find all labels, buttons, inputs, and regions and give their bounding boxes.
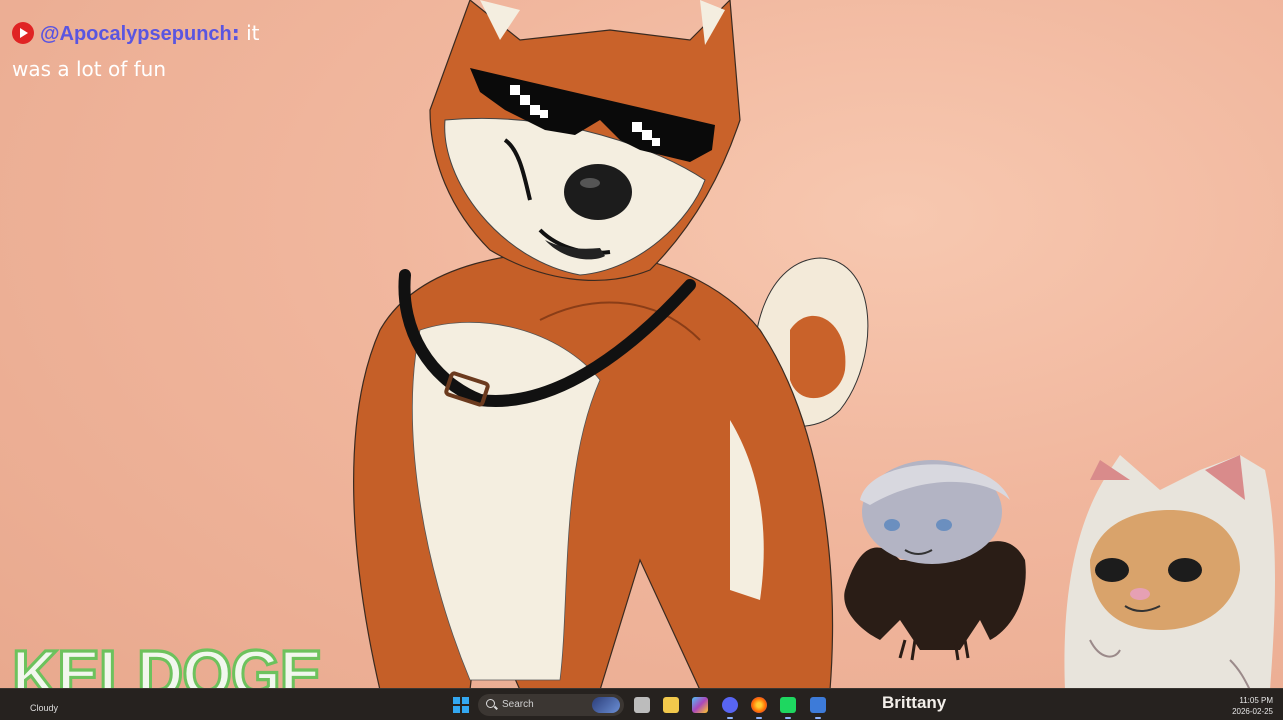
windows-logo-icon <box>453 697 460 704</box>
search-icon <box>486 699 495 708</box>
spotify-icon[interactable] <box>780 697 796 719</box>
file-explorer-icon[interactable] <box>663 697 679 713</box>
search-label: Search <box>502 699 534 710</box>
firefox-icon[interactable] <box>751 697 767 719</box>
chat-message-line2: was a lot of fun <box>12 57 167 81</box>
chat-message-line1: it <box>239 21 260 45</box>
start-button[interactable] <box>453 697 469 713</box>
taskbar-search[interactable]: Search <box>478 694 624 716</box>
bat-avatar <box>844 460 1026 661</box>
search-highlight-icon <box>592 697 620 713</box>
chat-separator: : <box>231 21 240 45</box>
app-icon[interactable] <box>810 697 826 719</box>
discord-icon[interactable] <box>722 697 738 719</box>
windows-logo-icon <box>462 697 469 704</box>
copilot-icon[interactable] <box>692 697 708 713</box>
taskbar: Cloudy Search 11:05 PM 2026-02-25 <box>0 688 1283 720</box>
windows-logo-icon <box>453 706 460 713</box>
clock-date: 2026-02-25 <box>1232 707 1273 716</box>
chat-overlay: @Apocalypsepunch: it was a lot of fun <box>12 16 312 88</box>
task-view-icon[interactable] <box>634 697 650 713</box>
cat-avatar <box>1064 455 1275 691</box>
avatar-nameplate: Brittany <box>882 693 947 712</box>
weather-widget[interactable]: Cloudy <box>30 703 58 713</box>
system-clock[interactable]: 11:05 PM 2026-02-25 <box>1232 695 1273 717</box>
windows-logo-icon <box>462 706 469 713</box>
stream-scene-artwork <box>353 0 1275 691</box>
chat-username: @Apocalypsepunch <box>40 23 232 45</box>
clock-time: 11:05 PM <box>1239 696 1273 705</box>
youtube-icon <box>12 22 34 44</box>
